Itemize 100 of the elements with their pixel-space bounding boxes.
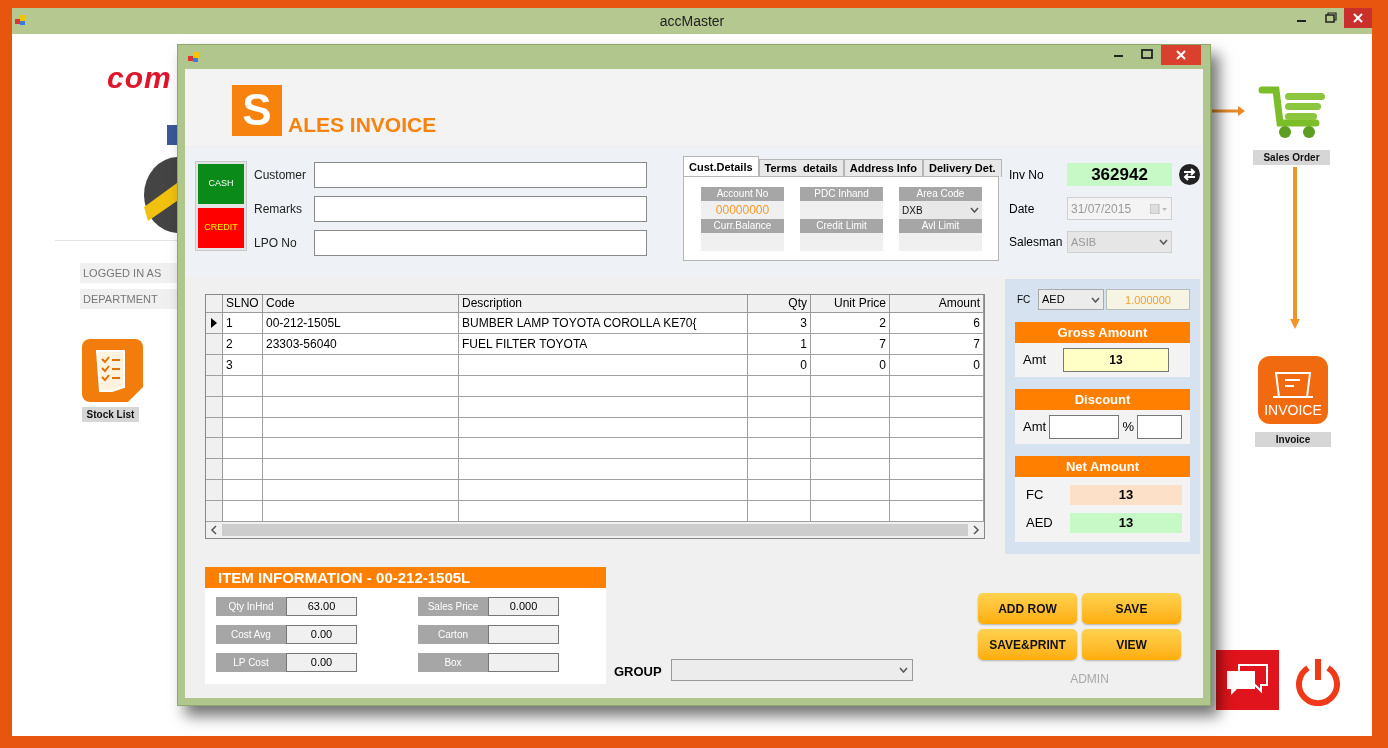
flow-arrow [1212,106,1245,116]
power-icon[interactable] [1293,656,1343,706]
table-cell-text: 0 [973,356,980,374]
text-field[interactable] [314,162,647,188]
scrollbar-thumb[interactable] [222,524,968,537]
calendar-icon [1150,203,1168,214]
table-cell-text: 7 [973,335,980,353]
field-label: Salesman [1009,234,1064,251]
table-row[interactable]: 2 23303-56040 FUEL FILTER TOYOTA 1 7 7 [206,333,984,355]
field-label: GROUP [614,662,663,681]
shortcut-label[interactable]: Stock List [82,407,139,422]
table-cell-text: 3 [226,356,233,374]
payment-type-button[interactable]: CREDIT [198,208,244,248]
tab[interactable]: Terms details [758,159,844,177]
chat-button[interactable] [1216,650,1279,710]
swap-icon[interactable] [1179,164,1200,185]
table-cell-text: 3 [800,314,807,332]
detail-label: LP Cost [216,653,286,672]
detail-label: Carton [418,625,488,644]
field-label: Remarks [254,201,303,218]
window-title: accMaster [659,11,725,31]
net-amount: 13 [1069,485,1182,505]
invoice-number: 362942 [1067,163,1172,186]
column-header[interactable]: Amount [890,295,984,312]
info-value-field [488,625,559,644]
detail-label: Sales Price [418,597,488,616]
info-value-field: 0.000 [488,597,559,616]
table-cell-text: 2 [879,314,886,332]
empty-table-row[interactable] [206,480,984,502]
table-row[interactable]: 3 0 0 0 [206,354,984,376]
checklist-scroll-icon[interactable] [82,339,143,402]
social-icon [167,125,177,145]
column-header[interactable]: Description [459,295,748,312]
detail-label: Cost Avg [216,625,286,644]
brand-logo: com [107,62,172,94]
table-cell-text: BUMBER LAMP TOYOTA COROLLA KE70{ [462,314,697,332]
table-cell-text: 7 [879,335,886,353]
row-header[interactable] [206,313,223,333]
tab[interactable]: Cust.Details [683,156,759,177]
empty-table-row[interactable] [206,459,984,481]
detail-label: Box [418,653,488,672]
column-header[interactable]: SLNO [223,295,263,312]
detail-label: Curr.Balance [701,219,784,233]
detail-label: Avl Limit [899,219,982,233]
icon-caption: INVOICE [1264,402,1322,418]
horizontal-scrollbar[interactable] [206,522,984,538]
detail-label: PDC Inhand [800,187,883,201]
action-button[interactable]: SAVE [1082,593,1181,624]
field-label: % [1121,418,1136,437]
shortcut-label[interactable]: Sales Order [1253,150,1330,165]
field-label: LPO No [254,235,298,252]
payment-type-button[interactable]: CASH [198,164,244,204]
receipt-icon [1270,371,1316,399]
table-cell-text: 2 [226,335,233,353]
column-header[interactable]: Qty [748,295,811,312]
info-value-field: 0.00 [286,625,357,644]
detail-label: Credit Limit [800,219,883,233]
table-cell-text: 0 [879,356,886,374]
logo-letter: S [232,85,282,136]
table-cell-text: 1 [800,335,807,353]
account-number: 00000000 [715,202,770,219]
field-label: FC [1016,293,1032,307]
net-amount: 13 [1069,513,1182,533]
column-header[interactable]: Unit Price [811,295,890,312]
text-field[interactable] [314,196,647,222]
column-header[interactable]: Code [263,295,459,312]
discount-percent-field[interactable] [1137,415,1182,439]
tab[interactable]: Delivery Det. [923,159,1002,177]
info-value-field: 0.00 [286,653,357,672]
page-title: ALES INVOICE [288,114,437,136]
field-label: Inv No [1009,166,1045,184]
info-label: LOGGED IN AS [80,263,177,283]
empty-table-row[interactable] [206,396,984,418]
field-label: AED [1026,514,1054,533]
action-button[interactable]: SAVE&PRINT [978,629,1077,660]
tab[interactable]: Address Info [843,159,923,177]
shortcut-label[interactable]: Invoice [1255,432,1331,447]
table-row[interactable]: 1 00-212-1505L BUMBER LAMP TOYOTA COROLLA KE70{ 3 2 6 [206,313,984,334]
detail-label: Account No [701,187,784,201]
gross-amount: 13 [1063,348,1169,372]
group-select[interactable] [671,659,913,681]
discount-amount-field[interactable] [1048,415,1120,439]
table-cell-text: 6 [973,314,980,332]
currency-select[interactable]: AED [1038,289,1104,310]
area-code-select[interactable]: DXB [899,201,982,219]
section-header: ITEM INFORMATION - 00-212-1505L [205,567,606,588]
empty-table-row[interactable] [206,375,984,397]
empty-table-row[interactable] [206,438,984,460]
table-cell-text: 00-212-1505L [266,314,341,332]
action-button[interactable]: ADD ROW [978,593,1077,624]
text-field[interactable] [314,230,647,256]
close-icon[interactable] [1344,8,1372,28]
section-header: Discount [1015,389,1190,410]
field-label: Amt [1023,418,1048,437]
empty-table-row[interactable] [206,417,984,439]
action-button[interactable]: VIEW [1082,629,1181,660]
close-icon[interactable] [1161,45,1201,65]
field-label: Customer [254,167,307,184]
field-label: Amt [1023,351,1048,370]
exchange-rate: 1.000000 [1106,289,1190,310]
